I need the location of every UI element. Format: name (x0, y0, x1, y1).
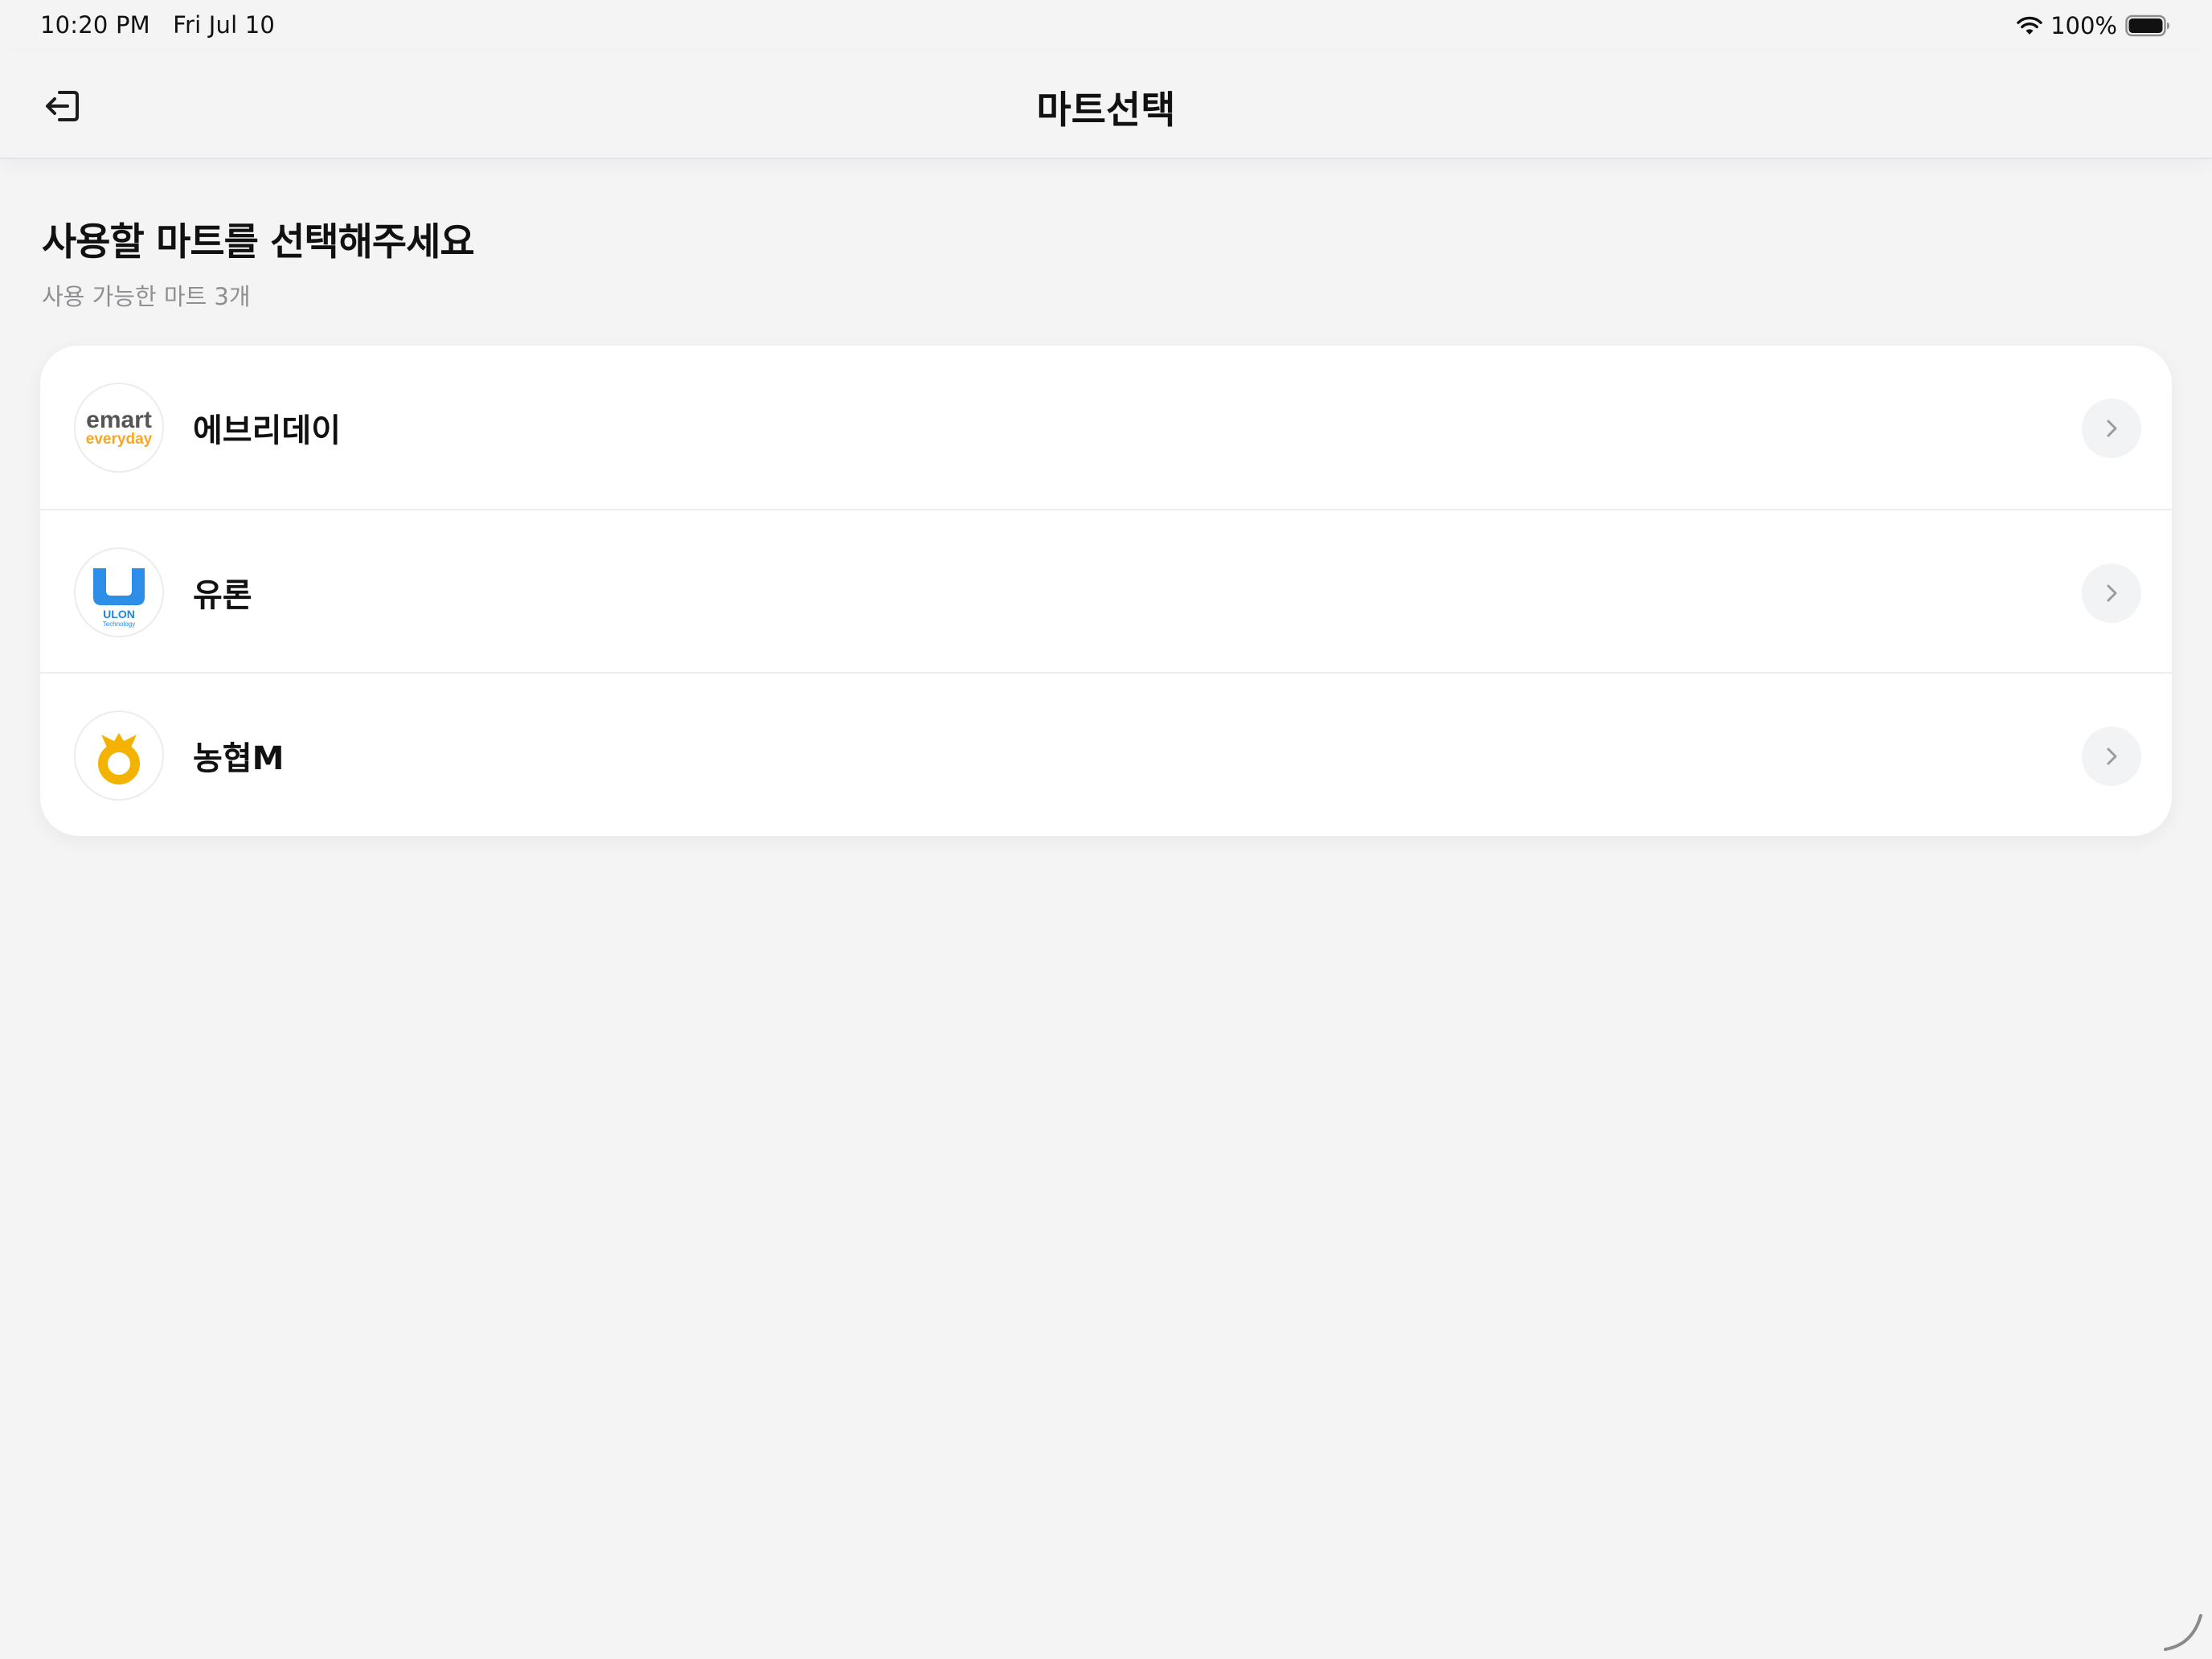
chevron-right-button[interactable] (2082, 563, 2141, 623)
wifi-icon (2017, 15, 2042, 36)
battery-percent: 100% (2050, 12, 2117, 39)
section-heading: 사용할 마트를 선택해주세요 (42, 220, 475, 264)
ulon-logo: ULON Technology (74, 547, 164, 637)
status-date-text: Fri Jul 10 (173, 11, 276, 39)
chevron-right-button[interactable] (2082, 727, 2141, 786)
battery-icon (2125, 14, 2170, 37)
mart-name: 유론 (193, 576, 252, 614)
logo-text-everyday: everyday (86, 431, 153, 448)
nav-bar: 마트선택 (0, 51, 2212, 159)
mart-name: 에브리데이 (193, 412, 341, 449)
logo-text-emart: emart (86, 407, 152, 433)
status-time-text: 10:20 PM (40, 11, 150, 39)
chevron-right-icon (2099, 416, 2124, 440)
status-time: 10:20 PM Fri Jul 10 (40, 11, 275, 39)
section-subheading: 사용 가능한 마트 3개 (42, 283, 251, 310)
mart-item-ulon[interactable]: ULON Technology 유론 (40, 509, 2172, 672)
mart-name: 농협M (193, 739, 285, 777)
chevron-right-icon (2099, 744, 2124, 768)
status-indicators: 100% (2017, 11, 2170, 40)
emart-everyday-logo: emart everyday (74, 383, 164, 473)
logo-text-ulon: ULON (103, 608, 135, 621)
chevron-right-icon (2099, 581, 2124, 605)
chevron-right-button[interactable] (2082, 399, 2141, 458)
mart-list: emart everyday 에브리데이 ULON Technology 유론 (40, 346, 2172, 836)
logo-text-technology: Technology (103, 621, 135, 628)
status-bar: 10:20 PM Fri Jul 10 100% (0, 0, 2212, 51)
nonghyup-logo (74, 711, 164, 801)
page-title: 마트선택 (1036, 88, 1176, 133)
mart-item-nonghyup[interactable]: 농협M (40, 672, 2172, 835)
corner-indicator-icon (2161, 1609, 2206, 1654)
mart-item-everyday[interactable]: emart everyday 에브리데이 (40, 346, 2172, 509)
